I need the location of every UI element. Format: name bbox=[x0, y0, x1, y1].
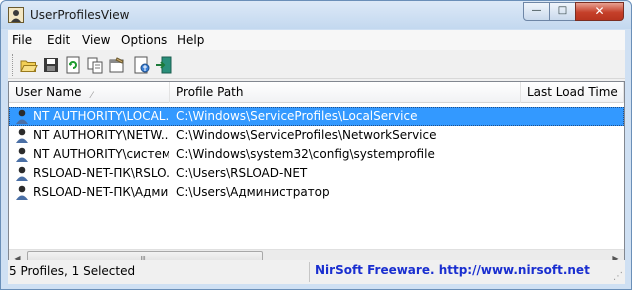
column-header-last-load-time[interactable]: Last Load Time bbox=[521, 82, 624, 103]
menu-bar: File Edit View Options Help bbox=[8, 30, 625, 50]
table-row[interactable]: RSLOAD-NET-ПК\RSLO... C:\Users\RSLOAD-NE… bbox=[9, 164, 624, 183]
maximize-button[interactable]: □ bbox=[549, 2, 576, 21]
resize-grip-icon[interactable]: ⋰ bbox=[613, 271, 623, 282]
cell-user-name: RSLOAD-NET-ПК\Адми... bbox=[33, 185, 169, 199]
menu-edit[interactable]: Edit bbox=[47, 33, 70, 47]
menu-help[interactable]: Help bbox=[177, 33, 204, 47]
minimize-button[interactable]: — bbox=[523, 2, 550, 21]
table-row[interactable]: NT AUTHORITY\система C:\Windows\system32… bbox=[9, 145, 624, 164]
user-profile-app-icon bbox=[8, 7, 24, 23]
cell-profile-path: C:\Users\Администратор bbox=[176, 185, 330, 199]
user-icon bbox=[16, 185, 28, 200]
column-header-user-name[interactable]: User Name ⁄ bbox=[9, 82, 170, 103]
table-row[interactable]: RSLOAD-NET-ПК\Адми... C:\Users\Администр… bbox=[9, 183, 624, 202]
html-report-icon[interactable] bbox=[132, 55, 152, 75]
user-icon bbox=[16, 128, 28, 143]
toolbar bbox=[8, 51, 625, 79]
user-icon bbox=[16, 147, 28, 162]
toolbar-grip[interactable] bbox=[12, 54, 14, 76]
cell-user-name: NT AUTHORITY\LOCAL... bbox=[33, 109, 169, 123]
user-icon bbox=[16, 166, 28, 181]
menu-options[interactable]: Options bbox=[121, 33, 167, 47]
client-area: File Edit View Options Help User Name ⁄ … bbox=[8, 30, 625, 284]
minimize-icon: — bbox=[531, 5, 542, 16]
open-folder-icon[interactable] bbox=[19, 55, 39, 75]
sort-ascending-icon: ⁄ bbox=[91, 91, 93, 101]
cell-profile-path: C:\Users\RSLOAD-NET bbox=[176, 166, 308, 180]
status-profile-count: 5 Profiles, 1 Selected bbox=[9, 264, 136, 278]
cell-user-name: RSLOAD-NET-ПК\RSLO... bbox=[33, 166, 169, 180]
menu-file[interactable]: File bbox=[12, 33, 32, 47]
refresh-icon[interactable] bbox=[63, 55, 83, 75]
status-bar: 5 Profiles, 1 Selected NirSoft Freeware.… bbox=[8, 260, 625, 284]
window-title: UserProfilesView bbox=[30, 8, 130, 22]
column-header-profile-path[interactable]: Profile Path bbox=[170, 82, 521, 103]
user-icon bbox=[16, 109, 28, 124]
save-icon[interactable] bbox=[41, 55, 61, 75]
menu-view[interactable]: View bbox=[82, 33, 110, 47]
copy-icon[interactable] bbox=[85, 55, 105, 75]
status-divider bbox=[309, 262, 310, 282]
close-button[interactable]: ✕ bbox=[575, 2, 624, 21]
list-header: User Name ⁄ Profile Path Last Load Time bbox=[9, 82, 624, 103]
title-bar[interactable]: UserProfilesView — □ ✕ bbox=[1, 1, 631, 29]
profiles-list[interactable]: User Name ⁄ Profile Path Last Load Time … bbox=[8, 81, 625, 266]
close-icon: ✕ bbox=[594, 4, 605, 18]
cell-user-name: NT AUTHORITY\система bbox=[33, 147, 169, 161]
app-window: UserProfilesView — □ ✕ File Edit View Op… bbox=[0, 0, 632, 290]
cell-profile-path: C:\Windows\ServiceProfiles\NetworkServic… bbox=[176, 128, 437, 142]
nirsoft-link[interactable]: NirSoft Freeware. http://www.nirsoft.net bbox=[315, 263, 590, 277]
properties-icon[interactable] bbox=[107, 55, 127, 75]
cell-profile-path: C:\Windows\ServiceProfiles\LocalService bbox=[176, 109, 418, 123]
maximize-icon: □ bbox=[557, 5, 568, 16]
cell-user-name: NT AUTHORITY\NETW... bbox=[33, 128, 169, 142]
table-row[interactable]: NT AUTHORITY\LOCAL... C:\Windows\Service… bbox=[9, 107, 624, 126]
cell-profile-path: C:\Windows\system32\config\systemprofile bbox=[176, 147, 435, 161]
table-row[interactable]: NT AUTHORITY\NETW... C:\Windows\ServiceP… bbox=[9, 126, 624, 145]
exit-icon[interactable] bbox=[154, 55, 174, 75]
